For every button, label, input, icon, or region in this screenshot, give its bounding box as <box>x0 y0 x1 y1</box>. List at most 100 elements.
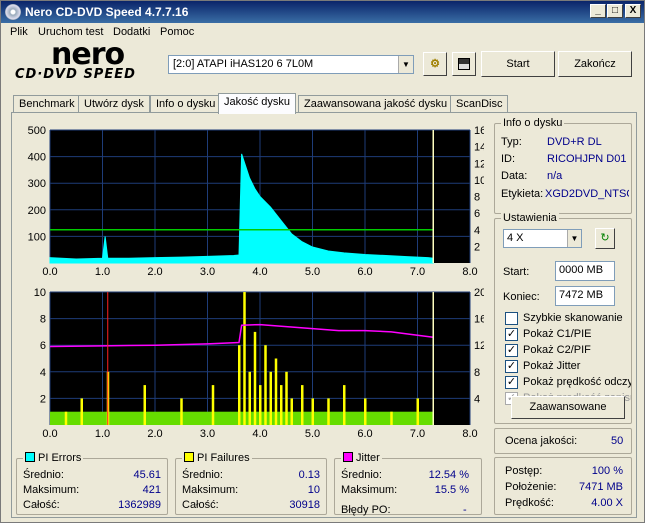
pif-bar <box>248 371 251 425</box>
end-label: Koniec: <box>503 291 540 303</box>
app-window: Nero CD-DVD Speed 4.7.7.16 _ □ X Plik Ur… <box>0 0 645 523</box>
pif-bar <box>253 331 257 425</box>
quality-panel: 0.0 1.0 2.0 3.0 4.0 5.0 6.0 7.0 8.0 500 400 300 200 1… <box>11 112 637 518</box>
pif-bar <box>274 358 278 425</box>
checkbox-label-3: Pokaż Jitter <box>523 360 581 372</box>
x-tick-label: 4.0 <box>252 266 267 278</box>
x-tick-label: 1.0 <box>95 428 110 440</box>
eject-icon: ⚙ <box>430 58 440 70</box>
x-tick-label: 6.0 <box>357 428 372 440</box>
po-errors-label: Błędy PO: <box>341 504 391 516</box>
pif-max-value: 10 <box>307 484 320 496</box>
chevron-down-icon[interactable]: ▼ <box>567 230 581 247</box>
chevron-down-icon[interactable]: ▼ <box>398 56 413 73</box>
exit-button[interactable]: Zakończ <box>558 51 632 77</box>
quality-label: Ocena jakości: <box>505 435 578 447</box>
x-tick-label: 8.0 <box>462 266 477 278</box>
drive-select[interactable]: [2:0] ATAPI iHAS120 6 7L0M ▼ <box>168 55 414 74</box>
start-input[interactable]: 0000 MB <box>555 261 615 281</box>
tab-disc-quality[interactable]: Jakość dysku <box>218 93 297 114</box>
pi-errors-title: PI Errors <box>23 452 84 464</box>
disc-label-label: Etykieta: <box>501 188 544 200</box>
pif-bar <box>343 385 346 425</box>
menu-pomoc[interactable]: Pomoc <box>160 26 194 38</box>
close-button[interactable]: X <box>625 4 641 18</box>
checkbox-2[interactable]: ✓ <box>505 344 518 357</box>
refresh-button[interactable]: ↻ <box>595 228 615 249</box>
y2-tick-label: 16 <box>474 314 484 326</box>
y-tick-label: 2 <box>40 393 46 405</box>
advanced-button[interactable]: Zaawansowane <box>511 396 625 419</box>
pif-bar <box>80 398 83 425</box>
y2-tick-label: 4 <box>474 225 480 237</box>
start-button[interactable]: Start <box>481 51 555 77</box>
y2-tick-label: 12 <box>474 340 484 352</box>
pif-avg-value: 0.13 <box>298 469 320 481</box>
speed-value: 4 X <box>507 232 524 244</box>
y-tick-label: 400 <box>28 152 46 164</box>
pif-bar <box>301 385 304 425</box>
disc-type-value: DVD+R DL <box>547 136 602 148</box>
nero-logo: nero CD·DVD SPEED <box>11 37 161 85</box>
y-tick-label: 8 <box>40 314 46 326</box>
speed-select[interactable]: 4 X ▼ <box>503 229 582 248</box>
disc-info-group: Info o dysku Typ: DVD+R DL ID: RICOHJPN … <box>494 117 632 214</box>
progress-label: Postęp: <box>505 465 543 477</box>
pi-failures-swatch <box>184 452 194 462</box>
pif-bar <box>280 385 283 425</box>
pif-bar <box>64 411 68 425</box>
start-label: Start: <box>503 266 530 278</box>
x-tick-label: 1.0 <box>95 266 110 278</box>
pi-failures-title-text: PI Failures <box>197 452 250 464</box>
pif-bar <box>180 398 183 425</box>
x-tick-label: 2.0 <box>147 428 162 440</box>
pi-failures-group: PI Failures Średnio: 0.13 Maksimum: 10 C… <box>175 452 327 515</box>
x-tick-label: 3.0 <box>200 266 215 278</box>
pie-max-value: 421 <box>142 484 161 496</box>
pif-bar <box>143 385 146 425</box>
tab-advanced-quality[interactable]: Zaawansowana jakość dysku <box>298 95 454 113</box>
refresh-icon: ↻ <box>600 232 610 244</box>
maximize-button[interactable]: □ <box>607 4 623 18</box>
menu-plik[interactable]: Plik <box>10 26 28 38</box>
checkbox-label-2: Pokaż C2/PIF <box>523 344 591 356</box>
jitter-avg-value: 12.54 % <box>428 469 469 481</box>
checkbox-1[interactable]: ✓ <box>505 328 518 341</box>
pif-bar <box>416 398 419 425</box>
pif-avg-label: Średnio: <box>182 469 223 481</box>
end-input[interactable]: 7472 MB <box>555 286 615 306</box>
y2-tick-label: 10 <box>474 175 484 187</box>
y-tick-label: 6 <box>40 340 46 352</box>
checkbox-0[interactable] <box>505 312 518 325</box>
jitter-max-label: Maksimum: <box>341 484 398 496</box>
checkbox-3[interactable]: ✓ <box>505 360 518 373</box>
pi-errors-group: PI Errors Średnio: 45.61 Maksimum: 421 C… <box>16 452 168 515</box>
disc-id-label: ID: <box>501 153 516 165</box>
pif-bar <box>264 345 267 425</box>
save-button[interactable] <box>452 52 476 76</box>
tab-benchmark[interactable]: Benchmark <box>13 95 81 113</box>
minimize-button[interactable]: _ <box>590 4 606 18</box>
drive-info-button[interactable]: ⚙ <box>423 52 447 76</box>
settings-title: Ustawienia <box>501 212 559 224</box>
pif-total-label: Całość: <box>182 499 219 511</box>
pie-total-label: Całość: <box>23 499 60 511</box>
y-tick-label: 500 <box>28 125 46 137</box>
pif-total-value: 30918 <box>289 499 320 511</box>
title-bar: Nero CD-DVD Speed 4.7.7.16 _ □ X <box>1 1 644 23</box>
pif-bar <box>390 411 393 425</box>
tab-create-disc[interactable]: Utwórz dysk <box>78 95 150 113</box>
y2-tick-label: 14 <box>474 142 484 154</box>
disc-id-value: RICOHJPN D01 <box>547 153 627 165</box>
tab-scandisc[interactable]: ScanDisc <box>450 95 509 113</box>
y2-tick-label: 6 <box>474 208 480 220</box>
window-title: Nero CD-DVD Speed 4.7.7.16 <box>25 5 189 19</box>
y2-tick-label: 12 <box>474 158 484 170</box>
tab-disc-info[interactable]: Info o dysku <box>150 95 222 113</box>
pie-avg-value: 45.61 <box>133 469 161 481</box>
y-tick-label: 100 <box>28 231 46 243</box>
jitter-avg-label: Średnio: <box>341 469 382 481</box>
jitter-swatch <box>343 452 353 462</box>
x-tick-label: 5.0 <box>305 428 320 440</box>
checkbox-4[interactable]: ✓ <box>505 376 518 389</box>
